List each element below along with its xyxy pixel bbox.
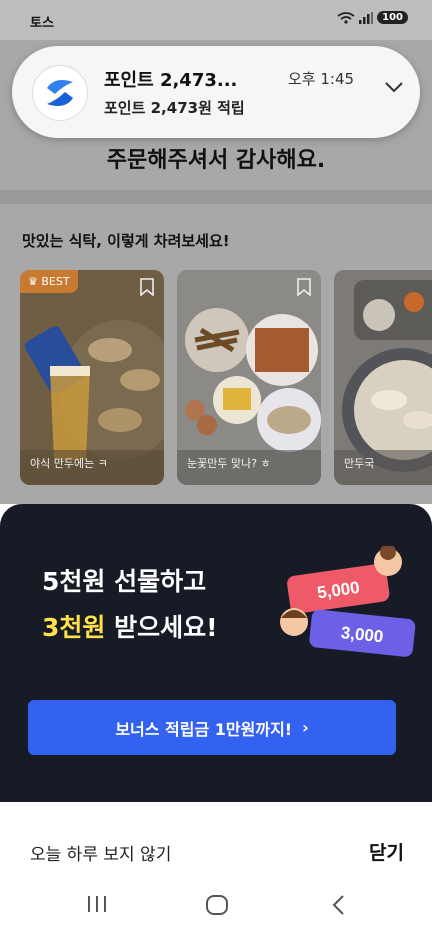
battery-indicator: 100: [377, 11, 408, 24]
promo-headline-line2: 3천원 받으세요!: [42, 608, 218, 644]
page-title: 주문해주셔서 감사해요.: [106, 148, 326, 173]
best-badge: ♛ BEST: [20, 270, 78, 293]
recipe-photo: [177, 270, 321, 485]
notification-title: 포인트 2,473...: [104, 70, 238, 91]
section-title: 맛있는 식탁, 이렇게 차려보세요!: [22, 232, 230, 250]
recipe-card[interactable]: 눈꽃만두 맞나? ㅎ: [177, 270, 321, 485]
recipe-section: 맛있는 식탁, 이렇게 차려보세요! ♛ BEST 야식 만두에는 ㅋ 눈꽃만두…: [0, 204, 432, 544]
toss-logo-icon: [47, 80, 73, 106]
recent-apps-icon[interactable]: [86, 894, 108, 914]
chevron-down-icon[interactable]: [384, 81, 404, 93]
notification-time: 오후 1:45: [288, 70, 355, 88]
wifi-icon: [337, 11, 355, 24]
system-nav-bar: [0, 868, 432, 936]
bookmark-icon[interactable]: [140, 278, 154, 296]
status-bar: 토스 100: [0, 0, 432, 40]
notification-app-icon: [32, 65, 88, 121]
status-app-name: 토스: [30, 16, 54, 31]
cta-label: 보너스 적립금 1만원까지!: [115, 719, 293, 739]
signal-icon: [359, 11, 374, 24]
recipe-card-label: 눈꽃만두 맞나? ㅎ: [187, 457, 271, 470]
promo-line2-rest: 받으세요!: [105, 613, 218, 642]
recipe-card[interactable]: 만두국: [334, 270, 432, 485]
close-button[interactable]: 닫기: [369, 838, 404, 865]
back-icon[interactable]: [330, 894, 346, 916]
recipe-card-label: 야식 만두에는 ㅋ: [30, 457, 108, 470]
recipe-photo: [334, 270, 432, 485]
promo-banner[interactable]: 5천원 선물하고 3천원 받으세요! 5,000 3,000 보너스 적립금 1…: [0, 504, 432, 802]
best-badge-label: BEST: [41, 275, 70, 288]
chevron-right-icon: ›: [302, 718, 309, 737]
recipe-card-label: 만두국: [344, 457, 375, 470]
promo-headline-line1: 5천원 선물하고: [42, 567, 207, 596]
recipe-card-list: ♛ BEST 야식 만두에는 ㅋ 눈꽃만두 맞나? ㅎ 만두국: [20, 270, 432, 485]
dont-show-today-button[interactable]: 오늘 하루 보지 않기: [30, 840, 171, 865]
notification-body: 포인트 2,473원 적립: [104, 99, 245, 117]
home-icon[interactable]: [205, 894, 229, 916]
recipe-photo: [20, 270, 164, 485]
screen: 토스 100 주문해주셔서 감사해요. 맛있는 식탁, 이렇게 차려보세요! ♛…: [0, 0, 432, 936]
promo-highlight: 3천원: [42, 613, 106, 642]
recipe-card[interactable]: ♛ BEST 야식 만두에는 ㅋ: [20, 270, 164, 485]
status-icons: 100: [337, 11, 408, 24]
bonus-cta-button[interactable]: 보너스 적립금 1만원까지! ›: [28, 700, 396, 755]
section-divider: [0, 190, 432, 204]
push-notification[interactable]: 포인트 2,473... 오후 1:45 포인트 2,473원 적립: [12, 46, 420, 138]
bookmark-icon[interactable]: [297, 278, 311, 296]
gift-tickets-illustration: 5,000 3,000: [280, 546, 416, 657]
